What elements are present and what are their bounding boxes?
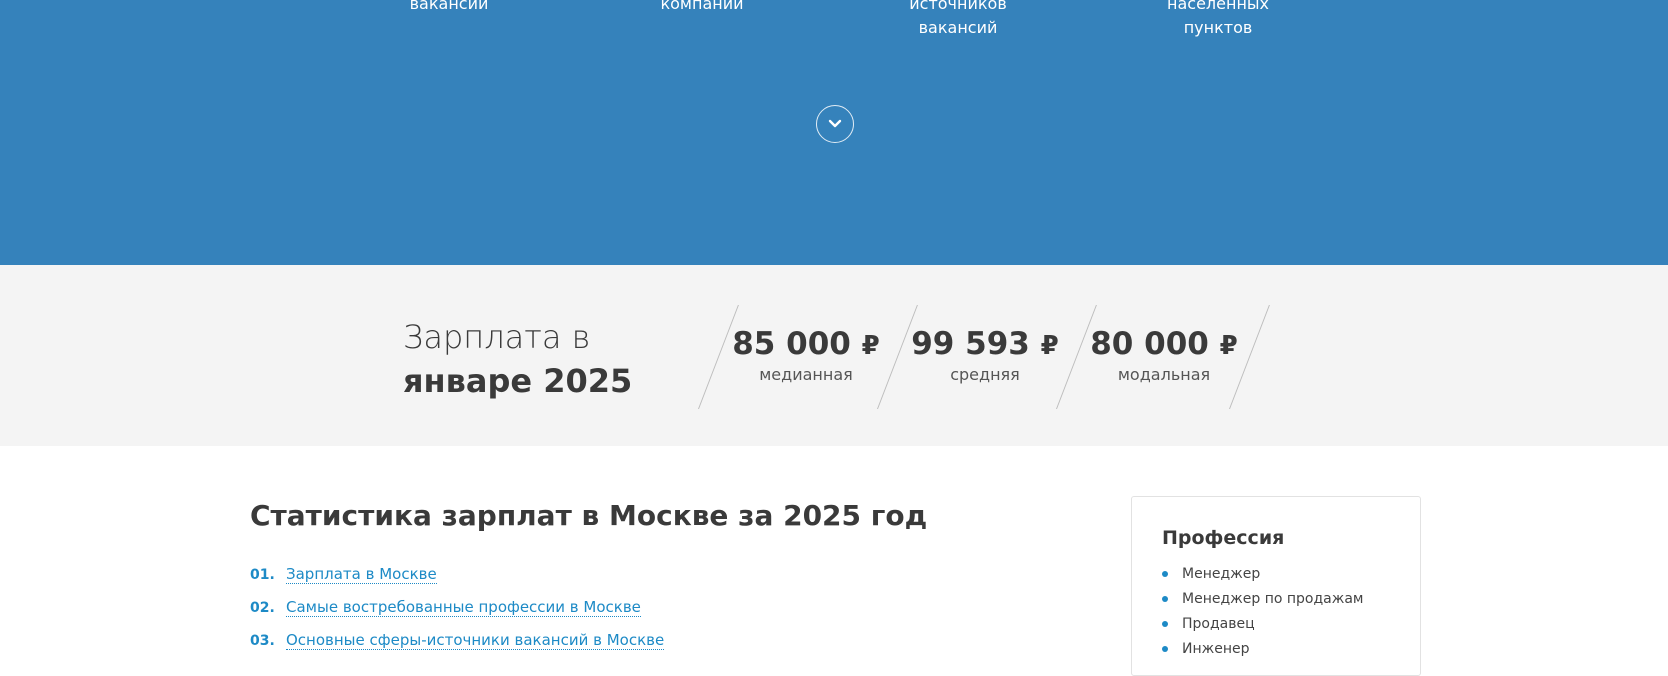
salary-label: медианная bbox=[759, 365, 853, 384]
toc-item: 01. Зарплата в Москве bbox=[250, 558, 664, 591]
hero-stat-line: источников bbox=[909, 0, 1007, 13]
salary-title-line1: Зарплата в bbox=[403, 318, 591, 356]
hero-stat-vacancies: вакансий bbox=[349, 0, 549, 16]
salary-summary: Зарплата в январе 2025 85 000 ₽ медианна… bbox=[0, 265, 1668, 446]
hero-stat-sources: источников вакансий bbox=[858, 0, 1058, 40]
salary-value: 85 000 ₽ bbox=[732, 326, 880, 362]
bullet-icon bbox=[1162, 645, 1168, 652]
toc-item: 02. Самые востребованные профессии в Мос… bbox=[250, 591, 664, 624]
bullet-icon bbox=[1162, 595, 1168, 602]
toc-number: 02. bbox=[250, 599, 275, 616]
salary-modal: 80 000 ₽ модальная bbox=[1084, 325, 1244, 385]
page-title: Статистика зарплат в Москве за 2025 год bbox=[250, 499, 928, 532]
profession-item[interactable]: Инженер bbox=[1162, 636, 1364, 661]
toc-item: 03. Основные сферы-источники вакансий в … bbox=[250, 624, 665, 657]
scroll-down-button[interactable] bbox=[816, 105, 854, 143]
profession-item[interactable]: Продавец bbox=[1162, 611, 1364, 636]
hero-stat-line: населенных bbox=[1167, 0, 1269, 13]
hero-stat-localities: населенных пунктов bbox=[1118, 0, 1318, 40]
sidebar-title: Профессия bbox=[1162, 527, 1285, 549]
toc-number: 03. bbox=[250, 632, 275, 649]
profession-list: Менеджер Менеджер по продажам Продавец И… bbox=[1162, 561, 1364, 661]
hero-stat-line: компаний bbox=[660, 0, 744, 13]
salary-title: Зарплата в январе 2025 bbox=[403, 315, 632, 403]
salary-value: 99 593 ₽ bbox=[911, 326, 1059, 362]
hero-stat-companies: компаний bbox=[602, 0, 802, 16]
salary-median: 85 000 ₽ медианная bbox=[726, 325, 886, 385]
salary-label: модальная bbox=[1117, 365, 1211, 384]
toc-link-professions[interactable]: Самые востребованные профессии в Москве bbox=[286, 598, 641, 617]
profession-item[interactable]: Менеджер bbox=[1162, 561, 1364, 586]
toc-link-salary[interactable]: Зарплата в Москве bbox=[286, 565, 437, 584]
profession-sidebar: Профессия Менеджер Менеджер по продажам … bbox=[1131, 496, 1421, 676]
hero-stat-line: вакансий bbox=[409, 0, 489, 13]
table-of-contents: 01. Зарплата в Москве 02. Самые востребо… bbox=[250, 558, 665, 657]
profession-item[interactable]: Менеджер по продажам bbox=[1162, 586, 1364, 611]
hero-stat-line: вакансий bbox=[918, 18, 998, 37]
salary-title-line2: январе 2025 bbox=[403, 362, 633, 400]
salary-average: 99 593 ₽ средняя bbox=[905, 325, 1065, 385]
toc-link-sectors[interactable]: Основные сферы-источники вакансий в Моск… bbox=[286, 631, 665, 650]
hero-stat-line: пунктов bbox=[1183, 18, 1253, 37]
salary-label: средняя bbox=[950, 365, 1020, 384]
salary-value: 80 000 ₽ bbox=[1090, 326, 1238, 362]
bullet-icon bbox=[1162, 570, 1168, 577]
bullet-icon bbox=[1162, 620, 1168, 627]
hero-section: вакансий компаний источников вакансий на… bbox=[0, 0, 1668, 265]
toc-number: 01. bbox=[250, 566, 275, 583]
chevron-down-icon bbox=[828, 119, 842, 128]
